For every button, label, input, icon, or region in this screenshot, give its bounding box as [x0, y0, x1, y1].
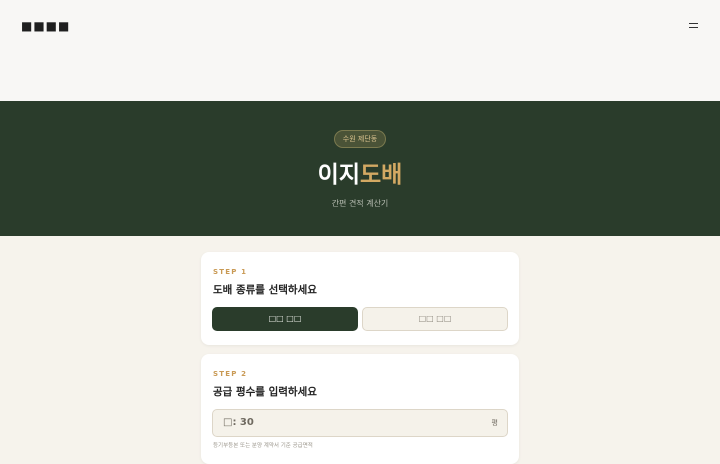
page-title: 이지도배 — [0, 160, 720, 190]
hamburger-menu-icon[interactable] — [689, 22, 699, 30]
area-input-hint: 등기부등본 또는 분양 계약서 기준 공급면적 — [213, 443, 313, 449]
wallpaper-type-option-2-button[interactable]: □□ □□ — [362, 307, 508, 331]
step2-label: STEP 2 — [213, 370, 248, 378]
area-unit-label: 평 — [491, 419, 498, 427]
wallpaper-type-option-1-button[interactable]: □□ □□ — [212, 307, 358, 331]
step2-card: STEP 2 공급 평수를 입력하세요 □: 30 평 등기부등본 또는 분양 … — [201, 354, 519, 464]
brand-logo[interactable]: ■■■■ — [21, 19, 70, 33]
location-badge: 수원 제단동 — [334, 130, 386, 148]
step2-title: 공급 평수를 입력하세요 — [213, 386, 317, 398]
step1-title: 도배 종류를 선택하세요 — [213, 284, 317, 296]
step1-card: STEP 1 도배 종류를 선택하세요 □□ □□ □□ □□ — [201, 252, 519, 345]
title-main: 이지 — [317, 162, 360, 188]
title-accent: 도배 — [360, 162, 403, 188]
top-navigation-bar: ■■■■ — [0, 0, 720, 101]
area-input-value[interactable]: □: 30 — [223, 410, 254, 436]
area-input-field[interactable]: □: 30 평 — [212, 409, 508, 437]
page-subtitle: 간편 견적 계산기 — [331, 199, 389, 208]
step1-label: STEP 1 — [213, 268, 248, 276]
